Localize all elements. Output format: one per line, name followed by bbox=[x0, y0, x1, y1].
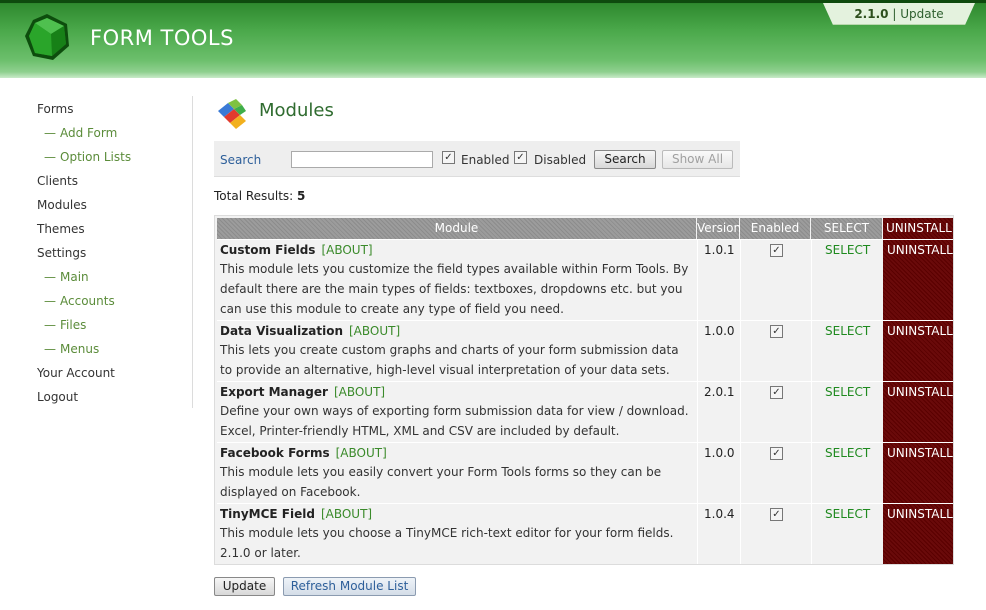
search-input[interactable] bbox=[291, 151, 433, 168]
module-version: 1.0.0 bbox=[704, 446, 735, 460]
module-name: Custom Fields bbox=[220, 243, 316, 257]
module-description: This lets you create custom graphs and c… bbox=[220, 343, 679, 377]
module-description: Define your own ways of exporting form s… bbox=[220, 404, 689, 438]
page-title: Modules bbox=[259, 100, 334, 121]
about-link[interactable]: [ABOUT] bbox=[321, 243, 372, 257]
sidebar-nav: Forms — Add Form — Option Lists Clients Mo… bbox=[0, 96, 193, 408]
version-separator: | bbox=[892, 7, 897, 21]
header-enabled: Enabled bbox=[740, 218, 810, 239]
sidebar-item-clients[interactable]: Clients bbox=[37, 174, 78, 188]
table-row: Facebook Forms [ABOUT] This module lets y… bbox=[217, 442, 953, 503]
select-link[interactable]: SELECT bbox=[825, 243, 870, 257]
sidebar-item-modules[interactable]: Modules bbox=[37, 198, 87, 212]
search-button[interactable]: Search bbox=[594, 150, 656, 169]
about-link[interactable]: [ABOUT] bbox=[321, 507, 372, 521]
header-uninstall: UNINSTALL bbox=[883, 218, 953, 239]
refresh-module-list-button[interactable]: Refresh Module List bbox=[283, 577, 416, 596]
update-button[interactable]: Update bbox=[214, 577, 275, 596]
module-version: 1.0.0 bbox=[704, 324, 735, 338]
module-enabled-checkbox[interactable]: ✓ bbox=[770, 325, 783, 338]
module-enabled-checkbox[interactable]: ✓ bbox=[770, 244, 783, 257]
enabled-checkbox[interactable]: ✓ bbox=[442, 151, 455, 164]
total-results-count: 5 bbox=[297, 189, 306, 203]
about-link[interactable]: [ABOUT] bbox=[349, 324, 400, 338]
module-cell: Facebook Forms [ABOUT] This module lets y… bbox=[217, 443, 697, 505]
header-bar: FORM TOOLS 2.1.0 | Update bbox=[0, 0, 986, 78]
module-cell: Data Visualization [ABOUT] This lets you … bbox=[217, 321, 697, 383]
show-all-button[interactable]: Show All bbox=[662, 150, 733, 169]
select-link[interactable]: SELECT bbox=[825, 324, 870, 338]
sidebar-item-add-form[interactable]: — Add Form bbox=[44, 126, 117, 140]
version-tab: 2.1.0 | Update bbox=[823, 3, 975, 25]
module-enabled-checkbox[interactable]: ✓ bbox=[770, 508, 783, 521]
module-description: This module lets you choose a TinyMCE ri… bbox=[220, 526, 674, 560]
app-title: FORM TOOLS bbox=[90, 26, 234, 50]
enabled-checkbox-label: Enabled bbox=[461, 153, 510, 167]
uninstall-link[interactable]: UNINSTALL bbox=[887, 507, 953, 521]
module-cell: TinyMCE Field [ABOUT] This module lets yo… bbox=[217, 504, 697, 566]
header-module: Module bbox=[217, 218, 696, 239]
module-cell: Export Manager [ABOUT] Define your own wa… bbox=[217, 382, 697, 444]
modules-icon bbox=[218, 99, 246, 129]
search-label: Search bbox=[220, 153, 262, 167]
sidebar-item-files[interactable]: — Files bbox=[44, 318, 86, 332]
module-cell: Custom Fields [ABOUT] This module lets yo… bbox=[217, 240, 697, 322]
about-link[interactable]: [ABOUT] bbox=[334, 385, 385, 399]
module-version: 1.0.4 bbox=[704, 507, 735, 521]
uninstall-link[interactable]: UNINSTALL bbox=[887, 446, 953, 460]
sidebar-item-settings[interactable]: Settings bbox=[37, 246, 86, 260]
module-version: 1.0.1 bbox=[704, 243, 735, 257]
about-link[interactable]: [ABOUT] bbox=[336, 446, 387, 460]
total-results-label: Total Results: bbox=[214, 189, 294, 203]
module-enabled-checkbox[interactable]: ✓ bbox=[770, 386, 783, 399]
form-tools-logo-icon bbox=[25, 14, 69, 60]
disabled-checkbox[interactable]: ✓ bbox=[514, 151, 527, 164]
search-bar: Search ✓ Enabled ✓ Disabled Search Show … bbox=[214, 141, 740, 177]
total-results: Total Results: 5 bbox=[214, 189, 305, 203]
module-name: Export Manager bbox=[220, 385, 328, 399]
sidebar-item-accounts[interactable]: — Accounts bbox=[44, 294, 115, 308]
sidebar-item-your-account[interactable]: Your Account bbox=[37, 366, 115, 380]
uninstall-link[interactable]: UNINSTALL bbox=[887, 324, 953, 338]
table-row: TinyMCE Field [ABOUT] This module lets yo… bbox=[217, 503, 953, 564]
modules-table: Module Version Enabled SELECT UNINSTALL … bbox=[214, 215, 954, 565]
sidebar-item-main[interactable]: — Main bbox=[44, 270, 89, 284]
module-description: This module lets you customize the field… bbox=[220, 262, 689, 316]
update-link[interactable]: Update bbox=[900, 7, 943, 21]
module-enabled-checkbox[interactable]: ✓ bbox=[770, 447, 783, 460]
disabled-checkbox-label: Disabled bbox=[534, 153, 587, 167]
sidebar-item-logout[interactable]: Logout bbox=[37, 390, 78, 404]
table-row: Custom Fields [ABOUT] This module lets yo… bbox=[217, 239, 953, 320]
sidebar-item-option-lists[interactable]: — Option Lists bbox=[44, 150, 131, 164]
uninstall-link[interactable]: UNINSTALL bbox=[887, 385, 953, 399]
uninstall-link[interactable]: UNINSTALL bbox=[887, 243, 953, 257]
select-link[interactable]: SELECT bbox=[825, 385, 870, 399]
sidebar-item-forms[interactable]: Forms bbox=[37, 102, 73, 116]
module-description: This module lets you easily convert your… bbox=[220, 465, 662, 499]
version-number: 2.1.0 bbox=[854, 7, 889, 21]
select-link[interactable]: SELECT bbox=[825, 507, 870, 521]
module-name: TinyMCE Field bbox=[220, 507, 315, 521]
table-row: Data Visualization [ABOUT] This lets you … bbox=[217, 320, 953, 381]
module-name: Facebook Forms bbox=[220, 446, 330, 460]
select-link[interactable]: SELECT bbox=[825, 446, 870, 460]
header-version: Version bbox=[697, 218, 741, 239]
table-row: Export Manager [ABOUT] Define your own wa… bbox=[217, 381, 953, 442]
module-name: Data Visualization bbox=[220, 324, 343, 338]
module-version: 2.0.1 bbox=[704, 385, 735, 399]
sidebar-item-menus[interactable]: — Menus bbox=[44, 342, 99, 356]
header-select: SELECT bbox=[811, 218, 882, 239]
sidebar-item-themes[interactable]: Themes bbox=[37, 222, 85, 236]
